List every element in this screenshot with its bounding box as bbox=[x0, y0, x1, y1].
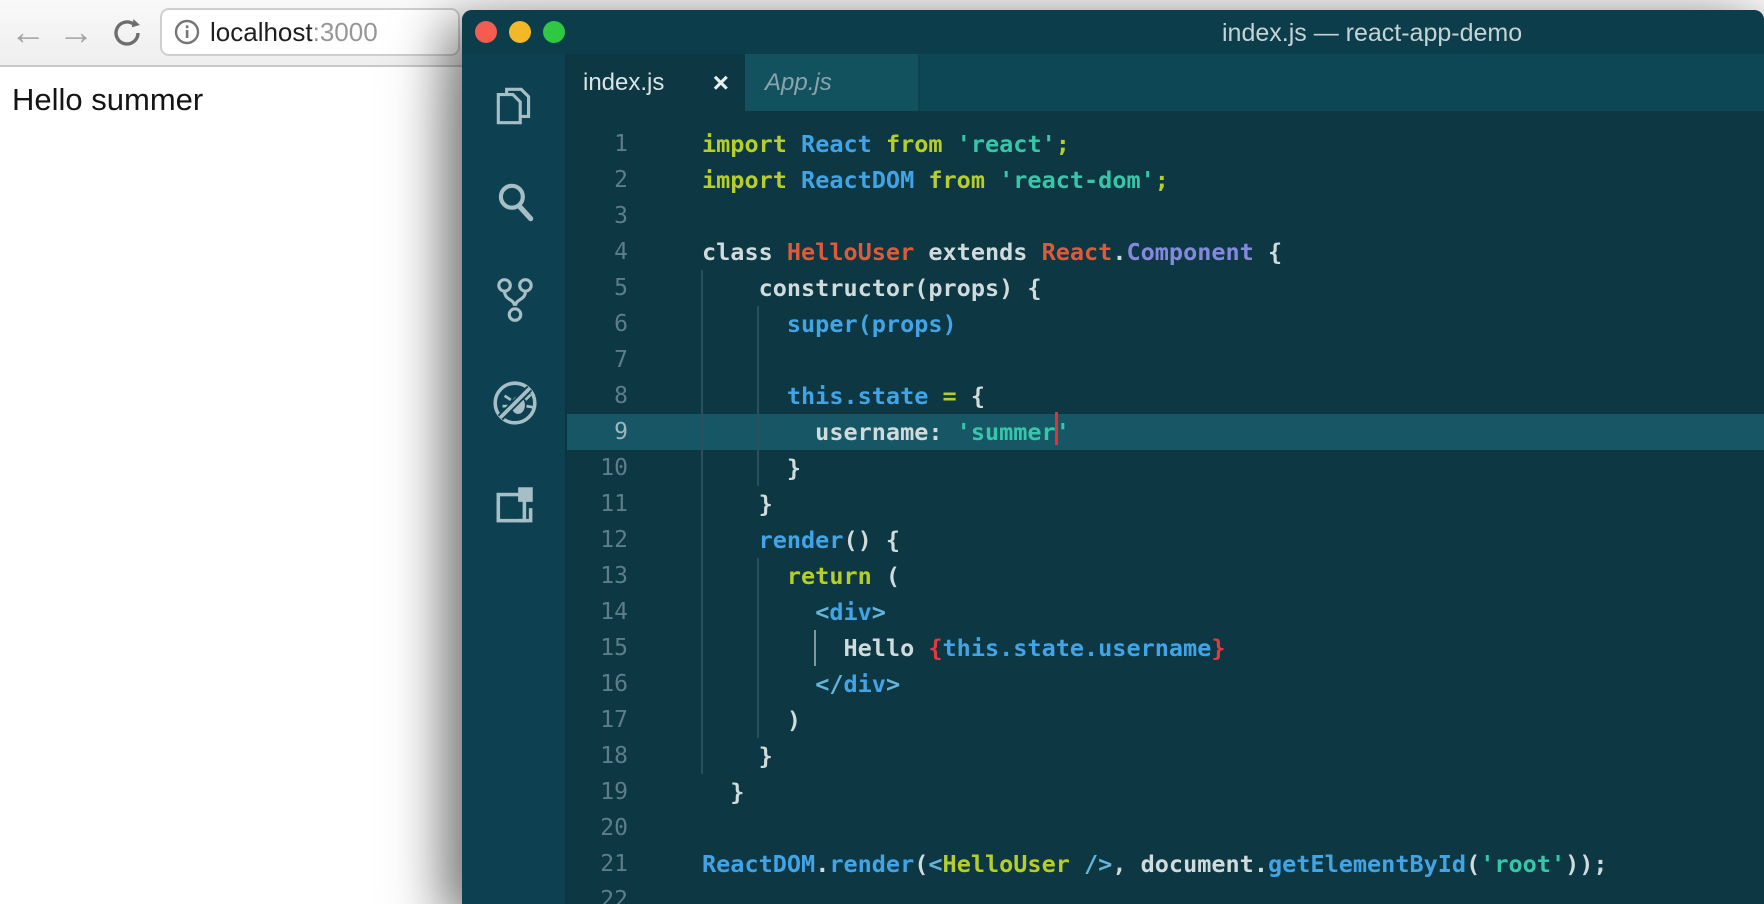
code-line[interactable]: 19 } bbox=[567, 774, 1764, 810]
line-number[interactable]: 18 bbox=[567, 738, 702, 774]
code-text: import React from 'react'; bbox=[702, 130, 1070, 158]
code-text: ReactDOM.render(<HelloUser />, document.… bbox=[702, 850, 1608, 878]
line-number[interactable]: 15 bbox=[567, 630, 702, 666]
code-line[interactable]: 15 Hello {this.state.username} bbox=[567, 630, 1764, 666]
editor-group: index.js × App.js 1 import React from 're… bbox=[567, 54, 1764, 904]
tab-label: App.js bbox=[765, 68, 832, 96]
code-line[interactable]: 2 import ReactDOM from 'react-dom'; bbox=[567, 162, 1764, 198]
code-line[interactable]: 20 bbox=[567, 810, 1764, 846]
tab-index-js[interactable]: index.js × bbox=[567, 54, 745, 111]
line-number[interactable]: 22 bbox=[567, 882, 702, 904]
code-text: <div> bbox=[815, 598, 886, 626]
search-icon[interactable] bbox=[491, 179, 539, 227]
line-number[interactable]: 12 bbox=[567, 522, 702, 558]
minimize-window-button[interactable] bbox=[509, 21, 531, 43]
url-text[interactable]: localhost:3000 bbox=[210, 17, 378, 48]
zoom-window-button[interactable] bbox=[543, 21, 565, 43]
code-line[interactable]: 14 <div> bbox=[567, 594, 1764, 630]
line-number[interactable]: 2 bbox=[567, 162, 702, 198]
line-number[interactable]: 9 bbox=[567, 414, 702, 450]
desktop: ← → localhost:3000 Hello summer index.js… bbox=[0, 0, 1764, 904]
line-number[interactable]: 7 bbox=[567, 342, 702, 378]
code-editor[interactable]: 1 import React from 'react'; 2 import React… bbox=[567, 111, 1764, 904]
code-lines: 1 import React from 'react'; 2 import React… bbox=[567, 126, 1764, 904]
window-body: index.js × App.js 1 import React from 're… bbox=[462, 54, 1764, 904]
tab-bar: index.js × App.js bbox=[567, 54, 1764, 111]
code-text: class HelloUser extends React.Component … bbox=[702, 238, 1283, 266]
code-text: } bbox=[702, 778, 745, 806]
line-number[interactable]: 21 bbox=[567, 846, 702, 882]
window-title: index.js — react-app-demo bbox=[1222, 19, 1523, 47]
code-text: } bbox=[702, 742, 773, 770]
code-text: } bbox=[702, 454, 802, 482]
forward-button[interactable]: → bbox=[56, 10, 96, 54]
line-number[interactable]: 5 bbox=[567, 270, 702, 306]
indent-guide-active bbox=[814, 630, 816, 666]
page-text: Hello summer bbox=[12, 82, 204, 117]
code-line[interactable]: 17 ) bbox=[567, 702, 1764, 738]
traffic-lights bbox=[475, 21, 565, 43]
debug-icon[interactable] bbox=[491, 379, 539, 427]
close-tab-icon[interactable]: × bbox=[713, 68, 729, 97]
line-number[interactable]: 14 bbox=[567, 594, 702, 630]
code-line[interactable]: 9 username: 'summer' bbox=[567, 412, 1764, 450]
code-line[interactable]: 21 ReactDOM.render(<HelloUser />, documen… bbox=[567, 846, 1764, 882]
tab-app-js[interactable]: App.js bbox=[745, 54, 920, 111]
line-number[interactable]: 19 bbox=[567, 774, 702, 810]
extensions-icon[interactable] bbox=[491, 481, 539, 529]
tab-label: index.js bbox=[583, 68, 665, 96]
code-text: import ReactDOM from 'react-dom'; bbox=[702, 166, 1169, 194]
code-line[interactable]: 8 this.state = { bbox=[567, 378, 1764, 414]
back-button[interactable]: ← bbox=[8, 10, 48, 54]
line-number[interactable]: 1 bbox=[567, 126, 702, 162]
code-line[interactable]: 16 </div> bbox=[567, 666, 1764, 702]
url-port: :3000 bbox=[312, 16, 378, 47]
code-text: render() { bbox=[758, 526, 901, 554]
url-bar[interactable]: localhost:3000 bbox=[160, 8, 460, 56]
line-number[interactable]: 6 bbox=[567, 306, 702, 342]
url-host: localhost bbox=[210, 16, 313, 47]
code-line[interactable]: 22 bbox=[567, 882, 1764, 904]
code-text: super(props) bbox=[786, 310, 957, 338]
activity-bar bbox=[462, 54, 567, 904]
code-line[interactable]: 10 } bbox=[567, 450, 1764, 486]
code-line[interactable]: 13 return ( bbox=[567, 558, 1764, 594]
indent-guide bbox=[757, 306, 759, 486]
reload-icon bbox=[114, 19, 140, 46]
code-line[interactable]: 1 import React from 'react'; bbox=[567, 126, 1764, 162]
code-text: ) bbox=[702, 706, 802, 734]
title-bar[interactable]: index.js — react-app-demo bbox=[462, 10, 1764, 54]
code-line[interactable]: 4 class HelloUser extends React.Component… bbox=[567, 234, 1764, 270]
code-text: constructor(props) { bbox=[702, 274, 1042, 302]
line-number[interactable]: 3 bbox=[567, 198, 702, 234]
close-window-button[interactable] bbox=[475, 21, 497, 43]
code-line[interactable]: 7 bbox=[567, 342, 1764, 378]
explorer-icon[interactable] bbox=[491, 81, 539, 129]
line-number[interactable]: 4 bbox=[567, 234, 702, 270]
info-icon[interactable] bbox=[174, 19, 200, 45]
indent-guide bbox=[757, 558, 759, 738]
code-line[interactable]: 12 render() { bbox=[567, 522, 1764, 558]
code-text: } bbox=[702, 490, 773, 518]
code-line[interactable]: 18 } bbox=[567, 738, 1764, 774]
indent-guide bbox=[701, 270, 703, 774]
line-number[interactable]: 11 bbox=[567, 486, 702, 522]
code-text: </div> bbox=[815, 670, 901, 698]
line-number[interactable]: 17 bbox=[567, 702, 702, 738]
source-control-icon[interactable] bbox=[491, 276, 539, 324]
code-line[interactable]: 11 } bbox=[567, 486, 1764, 522]
code-text: return ( bbox=[786, 562, 901, 590]
code-text: this.state = { bbox=[786, 382, 985, 410]
code-line[interactable]: 3 bbox=[567, 198, 1764, 234]
reload-button[interactable] bbox=[110, 16, 144, 50]
line-number[interactable]: 8 bbox=[567, 378, 702, 414]
vscode-window: index.js — react-app-demo index.js × App… bbox=[462, 10, 1764, 904]
code-line[interactable]: 6 super(props) bbox=[567, 306, 1764, 342]
line-number[interactable]: 13 bbox=[567, 558, 702, 594]
code-text: Hello {this.state.username} bbox=[843, 634, 1226, 662]
line-number[interactable]: 16 bbox=[567, 666, 702, 702]
line-number[interactable]: 20 bbox=[567, 810, 702, 846]
line-number[interactable]: 10 bbox=[567, 450, 702, 486]
code-line[interactable]: 5 constructor(props) { bbox=[567, 270, 1764, 306]
